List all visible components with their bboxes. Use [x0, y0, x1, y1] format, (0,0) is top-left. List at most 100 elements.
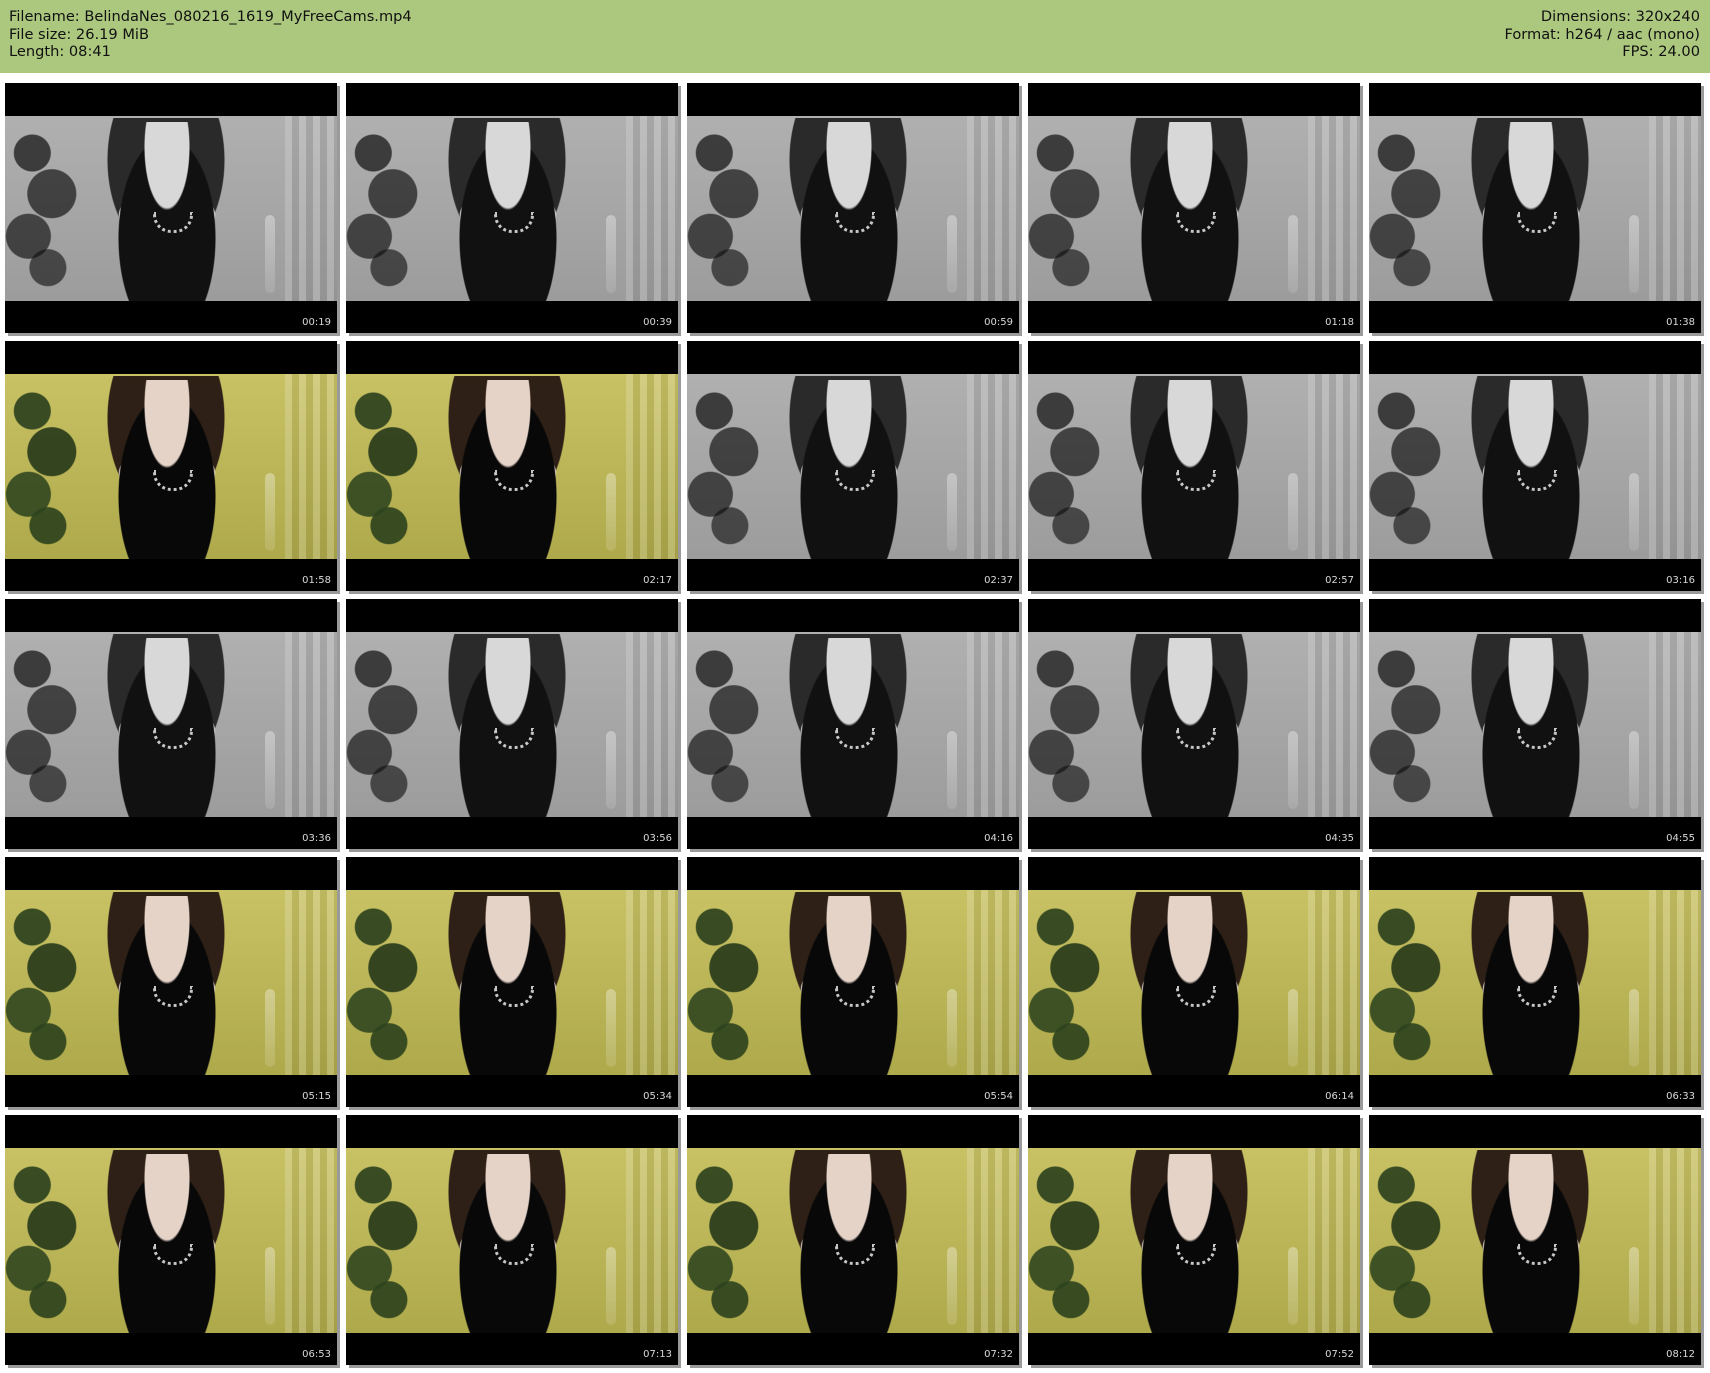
red-watermark — [257, 347, 329, 357]
vase-shape — [1629, 215, 1639, 293]
plant-shape — [687, 632, 765, 817]
vase-shape — [947, 215, 957, 293]
video-frame — [5, 1148, 337, 1333]
video-frame — [346, 374, 678, 559]
red-watermark — [1621, 347, 1693, 357]
red-watermark — [1280, 89, 1352, 99]
thumbnail-25[interactable]: 08:12 — [1369, 1115, 1701, 1365]
curtain-shape — [1308, 632, 1360, 817]
video-frame — [1369, 632, 1701, 817]
curtain-shape — [626, 890, 678, 1075]
red-watermark — [257, 89, 329, 99]
curtain-shape — [967, 1148, 1019, 1333]
timestamp-label: 02:37 — [984, 575, 1013, 586]
thumbnail-6[interactable]: 01:58 — [5, 341, 337, 591]
thumbnail-grid: 00:19 00:39 00:59 01:18 01:38 01:58 02:1… — [0, 78, 1710, 1373]
video-frame — [5, 374, 337, 559]
red-watermark — [939, 347, 1011, 357]
timestamp-label: 07:13 — [643, 1349, 672, 1360]
red-watermark — [939, 1121, 1011, 1131]
plant-shape — [1028, 1148, 1106, 1333]
thumbnail-15[interactable]: 04:55 — [1369, 599, 1701, 849]
plant-shape — [687, 374, 765, 559]
video-frame — [346, 632, 678, 817]
vase-shape — [265, 731, 275, 809]
video-frame — [687, 632, 1019, 817]
curtain-shape — [285, 890, 337, 1075]
thumbnail-8[interactable]: 02:37 — [687, 341, 1019, 591]
plant-shape — [346, 1148, 424, 1333]
thumbnail-5[interactable]: 01:38 — [1369, 83, 1701, 333]
thumbnail-24[interactable]: 07:52 — [1028, 1115, 1360, 1365]
thumbnail-18[interactable]: 05:54 — [687, 857, 1019, 1107]
file-info-header: Filename: BelindaNes_080216_1619_MyFreeC… — [0, 0, 1710, 73]
thumbnail-17[interactable]: 05:34 — [346, 857, 678, 1107]
vase-shape — [606, 215, 616, 293]
curtain-shape — [1308, 890, 1360, 1075]
timestamp-label: 00:39 — [643, 317, 672, 328]
thumbnail-20[interactable]: 06:33 — [1369, 857, 1701, 1107]
vase-shape — [606, 1247, 616, 1325]
video-frame — [1028, 374, 1360, 559]
curtain-shape — [967, 632, 1019, 817]
vase-shape — [265, 473, 275, 551]
thumbnail-3[interactable]: 00:59 — [687, 83, 1019, 333]
curtain-shape — [1649, 116, 1701, 301]
thumbnail-16[interactable]: 05:15 — [5, 857, 337, 1107]
format-text: Format: h264 / aac (mono) — [1504, 25, 1700, 43]
vase-shape — [947, 473, 957, 551]
video-frame — [1369, 890, 1701, 1075]
timestamp-label: 04:35 — [1325, 833, 1354, 844]
timestamp-label: 03:16 — [1666, 575, 1695, 586]
curtain-shape — [626, 632, 678, 817]
thumbnail-14[interactable]: 04:35 — [1028, 599, 1360, 849]
thumbnail-13[interactable]: 04:16 — [687, 599, 1019, 849]
plant-shape — [1369, 374, 1447, 559]
thumbnail-7[interactable]: 02:17 — [346, 341, 678, 591]
plant-shape — [5, 632, 83, 817]
curtain-shape — [285, 632, 337, 817]
timestamp-label: 05:34 — [643, 1091, 672, 1102]
thumbnail-4[interactable]: 01:18 — [1028, 83, 1360, 333]
vase-shape — [265, 1247, 275, 1325]
video-frame — [346, 1148, 678, 1333]
video-frame — [1369, 116, 1701, 301]
curtain-shape — [626, 374, 678, 559]
thumbnail-11[interactable]: 03:36 — [5, 599, 337, 849]
thumbnail-21[interactable]: 06:53 — [5, 1115, 337, 1365]
thumbnail-2[interactable]: 00:39 — [346, 83, 678, 333]
video-frame — [5, 890, 337, 1075]
vase-shape — [947, 731, 957, 809]
thumbnail-19[interactable]: 06:14 — [1028, 857, 1360, 1107]
timestamp-label: 01:58 — [302, 575, 331, 586]
red-watermark — [1280, 605, 1352, 615]
file-info-right: Dimensions: 320x240 Format: h264 / aac (… — [1504, 8, 1700, 61]
thumbnail-9[interactable]: 02:57 — [1028, 341, 1360, 591]
thumbnail-22[interactable]: 07:13 — [346, 1115, 678, 1365]
plant-shape — [1028, 374, 1106, 559]
thumbnail-12[interactable]: 03:56 — [346, 599, 678, 849]
vase-shape — [1288, 473, 1298, 551]
video-frame — [1028, 890, 1360, 1075]
red-watermark — [257, 605, 329, 615]
vase-shape — [1288, 989, 1298, 1067]
plant-shape — [346, 890, 424, 1075]
video-frame — [1028, 632, 1360, 817]
red-watermark — [939, 863, 1011, 873]
curtain-shape — [1308, 116, 1360, 301]
vase-shape — [1629, 731, 1639, 809]
thumbnail-10[interactable]: 03:16 — [1369, 341, 1701, 591]
vase-shape — [606, 989, 616, 1067]
thumbnail-23[interactable]: 07:32 — [687, 1115, 1019, 1365]
vase-shape — [1629, 473, 1639, 551]
video-frame — [5, 632, 337, 817]
red-watermark — [598, 1121, 670, 1131]
thumbnail-1[interactable]: 00:19 — [5, 83, 337, 333]
plant-shape — [687, 1148, 765, 1333]
timestamp-label: 07:32 — [984, 1349, 1013, 1360]
timestamp-label: 03:36 — [302, 833, 331, 844]
timestamp-label: 03:56 — [643, 833, 672, 844]
plant-shape — [346, 632, 424, 817]
vase-shape — [265, 215, 275, 293]
plant-shape — [346, 116, 424, 301]
